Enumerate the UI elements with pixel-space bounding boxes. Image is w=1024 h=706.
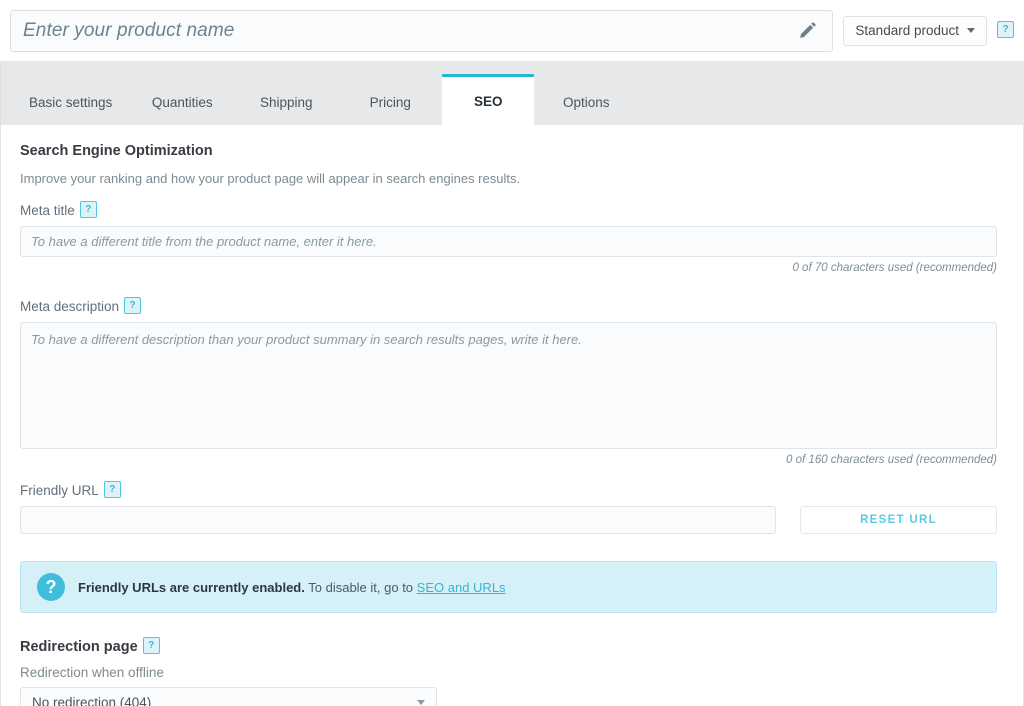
meta-description-help-icon[interactable]: ? bbox=[124, 297, 142, 314]
friendly-url-input[interactable] bbox=[20, 506, 776, 534]
redirection-select[interactable]: No redirection (404) bbox=[20, 687, 437, 706]
tab-label: Shipping bbox=[260, 95, 313, 110]
meta-title-placeholder: To have a different title from the produ… bbox=[31, 234, 377, 249]
meta-description-textarea[interactable]: To have a different description than you… bbox=[20, 322, 997, 449]
tab-quantities[interactable]: Quantities bbox=[130, 80, 234, 125]
meta-title-counter: 0 of 70 characters used (recommended) bbox=[792, 262, 997, 274]
product-type-help-icon[interactable]: ? bbox=[997, 21, 1014, 38]
alert-message: Friendly URLs are currently enabled. To … bbox=[78, 580, 506, 595]
redirection-page-title-text: Redirection page bbox=[20, 638, 138, 655]
tab-seo[interactable]: SEO bbox=[442, 74, 535, 125]
redirection-selected-value: No redirection (404) bbox=[32, 695, 152, 706]
alert-body-text: To disable it, go to bbox=[308, 579, 414, 595]
pencil-icon[interactable] bbox=[794, 18, 820, 44]
tab-shipping[interactable]: Shipping bbox=[234, 80, 338, 125]
question-circle-icon: ? bbox=[37, 573, 65, 601]
meta-description-placeholder: To have a different description than you… bbox=[31, 332, 582, 347]
seo-panel: Search Engine Optimization Improve your … bbox=[0, 125, 1024, 706]
product-name-placeholder: Enter your product name bbox=[23, 19, 235, 41]
tab-basic-settings[interactable]: Basic settings bbox=[11, 80, 130, 125]
redirection-page-heading: Redirection page ? bbox=[20, 637, 995, 655]
reset-url-button[interactable]: RESET URL bbox=[800, 506, 997, 534]
tab-label: Pricing bbox=[369, 95, 411, 110]
page-subtitle: Improve your ranking and how your produc… bbox=[20, 171, 521, 186]
alert-strong-text: Friendly URLs are currently enabled. bbox=[78, 579, 305, 595]
meta-description-label: Meta description ? bbox=[20, 297, 995, 315]
tab-label: Options bbox=[563, 95, 610, 110]
friendly-url-help-icon[interactable]: ? bbox=[103, 481, 121, 498]
product-type-select[interactable]: Standard product bbox=[843, 15, 987, 46]
product-type-value: Standard product bbox=[855, 23, 959, 38]
meta-description-label-text: Meta description bbox=[20, 299, 120, 314]
tab-label: Quantities bbox=[151, 95, 213, 110]
chevron-down-icon bbox=[417, 700, 425, 705]
chevron-down-icon bbox=[967, 28, 975, 33]
product-header-bar: Enter your product name Standard product… bbox=[0, 0, 1024, 61]
seo-and-urls-link[interactable]: SEO and URLs bbox=[417, 580, 506, 595]
friendly-url-label: Friendly URL ? bbox=[20, 481, 995, 499]
meta-description-counter: 0 of 160 characters used (recommended) bbox=[786, 454, 997, 466]
product-tabs: Basic settings Quantities Shipping Prici… bbox=[0, 61, 1024, 125]
redirection-sub-label: Redirection when offline bbox=[20, 665, 164, 680]
meta-title-label-text: Meta title bbox=[20, 203, 75, 218]
product-name-input[interactable]: Enter your product name bbox=[10, 9, 834, 52]
page-title: Search Engine Optimization bbox=[20, 143, 213, 159]
friendly-url-alert: ? Friendly URLs are currently enabled. T… bbox=[20, 561, 997, 613]
meta-title-help-icon[interactable]: ? bbox=[79, 201, 97, 218]
tab-options[interactable]: Options bbox=[534, 80, 638, 125]
tab-label: SEO bbox=[474, 93, 503, 109]
tab-pricing[interactable]: Pricing bbox=[338, 80, 442, 125]
meta-title-label: Meta title ? bbox=[20, 201, 995, 219]
friendly-url-label-text: Friendly URL bbox=[20, 483, 99, 498]
friendly-url-row: RESET URL bbox=[20, 506, 997, 534]
meta-title-input[interactable]: To have a different title from the produ… bbox=[20, 226, 997, 257]
redirection-help-icon[interactable]: ? bbox=[142, 637, 160, 654]
tab-label: Basic settings bbox=[29, 95, 113, 110]
